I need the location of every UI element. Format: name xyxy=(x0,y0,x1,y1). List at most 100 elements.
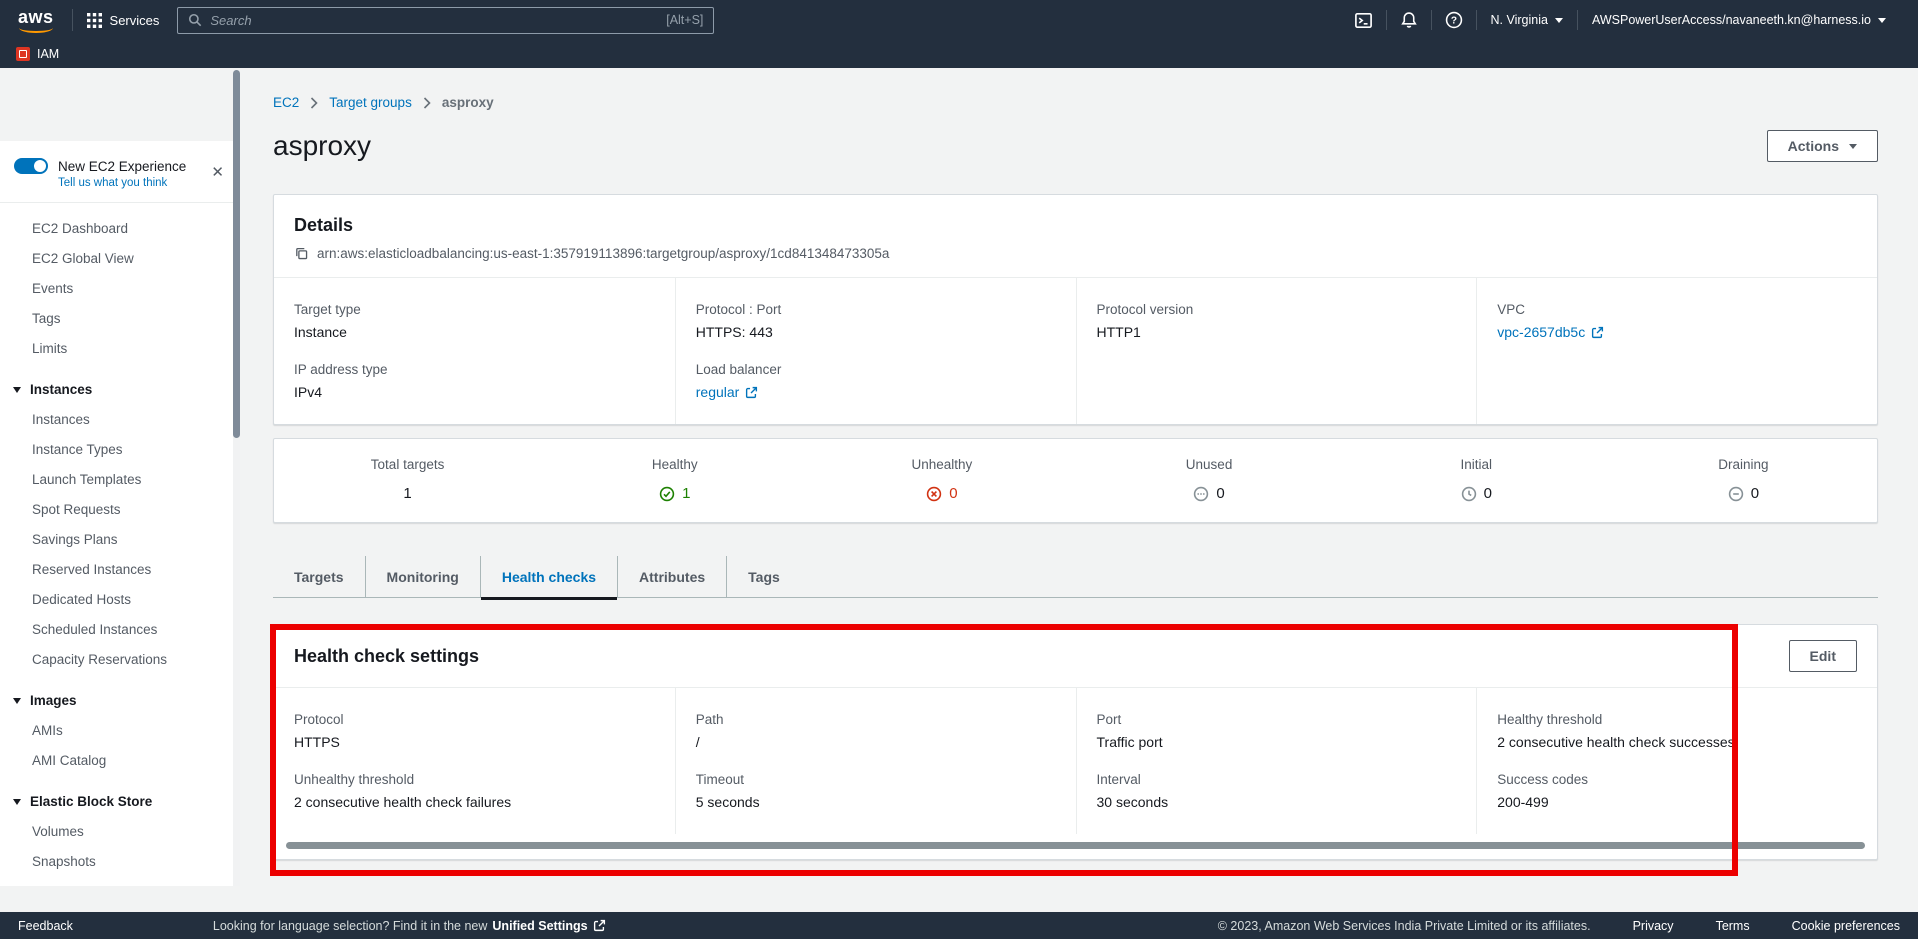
field-value: HTTP1 xyxy=(1097,324,1461,340)
sidebar-item-dedicated-hosts[interactable]: Dedicated Hosts xyxy=(0,584,240,614)
field-label: Protocol version xyxy=(1097,302,1461,317)
chevron-down-icon xyxy=(1849,144,1857,149)
help-button[interactable]: ? xyxy=(1432,11,1476,29)
aws-logo[interactable]: aws xyxy=(16,7,58,34)
copy-icon[interactable] xyxy=(294,246,309,261)
cloudshell-button[interactable] xyxy=(1341,11,1386,30)
field-label: Path xyxy=(696,712,1060,727)
sidebar-item-launch-templates[interactable]: Launch Templates xyxy=(0,464,240,494)
tab-bar: Targets Monitoring Health checks Attribu… xyxy=(273,556,1878,598)
field-value: 200-499 xyxy=(1497,794,1861,810)
chevron-down-icon xyxy=(1878,18,1886,23)
sidebar-item-scheduled-instances[interactable]: Scheduled Instances xyxy=(0,614,240,644)
field-label: Load balancer xyxy=(696,362,1060,377)
feedback-button[interactable]: Feedback xyxy=(18,919,73,933)
tab-targets[interactable]: Targets xyxy=(273,556,365,597)
target-group-arn: arn:aws:elasticloadbalancing:us-east-1:3… xyxy=(317,246,889,261)
tab-health-checks[interactable]: Health checks xyxy=(480,556,617,597)
tab-tags[interactable]: Tags xyxy=(726,556,801,597)
close-icon[interactable]: ✕ xyxy=(211,163,224,181)
sidebar-section-images[interactable]: Images xyxy=(0,686,240,715)
sidebar-item-volumes[interactable]: Volumes xyxy=(0,816,240,846)
vpc-link[interactable]: vpc-2657db5c xyxy=(1497,324,1585,340)
notifications-button[interactable] xyxy=(1387,11,1431,29)
health-check-section: Health check settings Edit ProtocolHTTPS… xyxy=(273,624,1878,860)
field-label: Timeout xyxy=(696,772,1060,787)
horizontal-scrollbar-thumb[interactable] xyxy=(286,842,1865,849)
sidebar-item-instance-types[interactable]: Instance Types xyxy=(0,434,240,464)
sidebar-item-capacity-reservations[interactable]: Capacity Reservations xyxy=(0,644,240,674)
unified-settings-link[interactable]: Unified Settings xyxy=(492,919,587,933)
sidebar-section-instances[interactable]: Instances xyxy=(0,375,240,404)
sidebar-item-ami-catalog[interactable]: AMI Catalog xyxy=(0,745,240,775)
field-label: Target type xyxy=(294,302,659,317)
help-icon: ? xyxy=(1445,11,1463,29)
services-menu[interactable]: Services xyxy=(87,13,160,28)
chevron-down-icon xyxy=(13,698,21,704)
footer: Feedback Looking for language selection?… xyxy=(0,912,1918,939)
feedback-link[interactable]: Tell us what you think xyxy=(58,177,226,189)
sidebar-item-ec2-global-view[interactable]: EC2 Global View xyxy=(0,243,240,273)
terminal-icon xyxy=(1354,11,1373,30)
tab-monitoring[interactable]: Monitoring xyxy=(365,556,480,597)
account-menu[interactable]: AWSPowerUserAccess/navaneeth.kn@harness.… xyxy=(1578,13,1900,27)
recent-services-bar: IAM xyxy=(0,40,1918,68)
field-label: IP address type xyxy=(294,362,659,377)
external-link-icon[interactable] xyxy=(745,386,758,399)
external-link-icon xyxy=(593,919,606,932)
sidebar-item-savings-plans[interactable]: Savings Plans xyxy=(0,524,240,554)
load-balancer-link[interactable]: regular xyxy=(696,384,740,400)
field-label: Interval xyxy=(1097,772,1461,787)
sidebar-item-instances[interactable]: Instances xyxy=(0,404,240,434)
experience-toggle[interactable] xyxy=(14,158,48,174)
region-selector[interactable]: N. Virginia xyxy=(1477,13,1577,27)
field-label: Protocol xyxy=(294,712,659,727)
field-label: Success codes xyxy=(1497,772,1861,787)
stat-unhealthy: Unhealthy 0 xyxy=(808,457,1075,502)
sidebar-item-spot-requests[interactable]: Spot Requests xyxy=(0,494,240,524)
divider xyxy=(72,9,73,31)
breadcrumb-current: asproxy xyxy=(442,95,494,110)
search-input[interactable] xyxy=(210,13,658,28)
privacy-link[interactable]: Privacy xyxy=(1633,919,1674,933)
details-heading: Details xyxy=(294,215,1857,236)
field-value: 2 consecutive health check successes xyxy=(1497,734,1861,750)
copyright: © 2023, Amazon Web Services India Privat… xyxy=(1218,919,1591,933)
main-content: EC2 Target groups asproxy asproxy Action… xyxy=(240,68,1918,886)
sidebar-item-snapshots[interactable]: Snapshots xyxy=(0,846,240,876)
iam-shortcut[interactable]: IAM xyxy=(16,47,59,61)
actions-button[interactable]: Actions xyxy=(1767,130,1878,162)
minus-circle-icon xyxy=(1728,486,1744,502)
new-experience-block: New EC2 Experience Tell us what you thin… xyxy=(0,141,240,203)
health-check-card: Health check settings Edit ProtocolHTTPS… xyxy=(273,624,1878,860)
breadcrumb-target-groups[interactable]: Target groups xyxy=(329,95,412,110)
sidebar-item-reserved-instances[interactable]: Reserved Instances xyxy=(0,554,240,584)
iam-label: IAM xyxy=(37,47,59,61)
field-value: IPv4 xyxy=(294,384,659,400)
sidebar-item-amis[interactable]: AMIs xyxy=(0,715,240,745)
sidebar-item-tags[interactable]: Tags xyxy=(0,303,240,333)
top-right-cluster: ? N. Virginia AWSPowerUserAccess/navanee… xyxy=(1341,10,1900,30)
ellipsis-circle-icon xyxy=(1193,486,1209,502)
details-card: Details arn:aws:elasticloadbalancing:us-… xyxy=(273,194,1878,425)
sidebar: New EC2 Experience Tell us what you thin… xyxy=(0,141,240,886)
breadcrumb-ec2[interactable]: EC2 xyxy=(273,95,299,110)
field-value: 30 seconds xyxy=(1097,794,1461,810)
tab-attributes[interactable]: Attributes xyxy=(617,556,726,597)
field-value: HTTPS xyxy=(294,734,659,750)
vertical-scrollbar-thumb[interactable] xyxy=(233,70,240,438)
cookie-preferences-link[interactable]: Cookie preferences xyxy=(1792,919,1900,933)
sidebar-item-limits[interactable]: Limits xyxy=(0,333,240,363)
stat-unused: Unused 0 xyxy=(1075,457,1342,502)
global-search[interactable]: [Alt+S] xyxy=(177,7,714,34)
field-label: Protocol : Port xyxy=(696,302,1060,317)
sidebar-item-events[interactable]: Events xyxy=(0,273,240,303)
terms-link[interactable]: Terms xyxy=(1716,919,1750,933)
stat-healthy: Healthy 1 xyxy=(541,457,808,502)
stat-initial: Initial 0 xyxy=(1343,457,1610,502)
vertical-scrollbar xyxy=(233,68,240,886)
sidebar-section-ebs[interactable]: Elastic Block Store xyxy=(0,787,240,816)
edit-button[interactable]: Edit xyxy=(1789,640,1857,672)
external-link-icon[interactable] xyxy=(1591,326,1604,339)
sidebar-item-ec2-dashboard[interactable]: EC2 Dashboard xyxy=(0,213,240,243)
